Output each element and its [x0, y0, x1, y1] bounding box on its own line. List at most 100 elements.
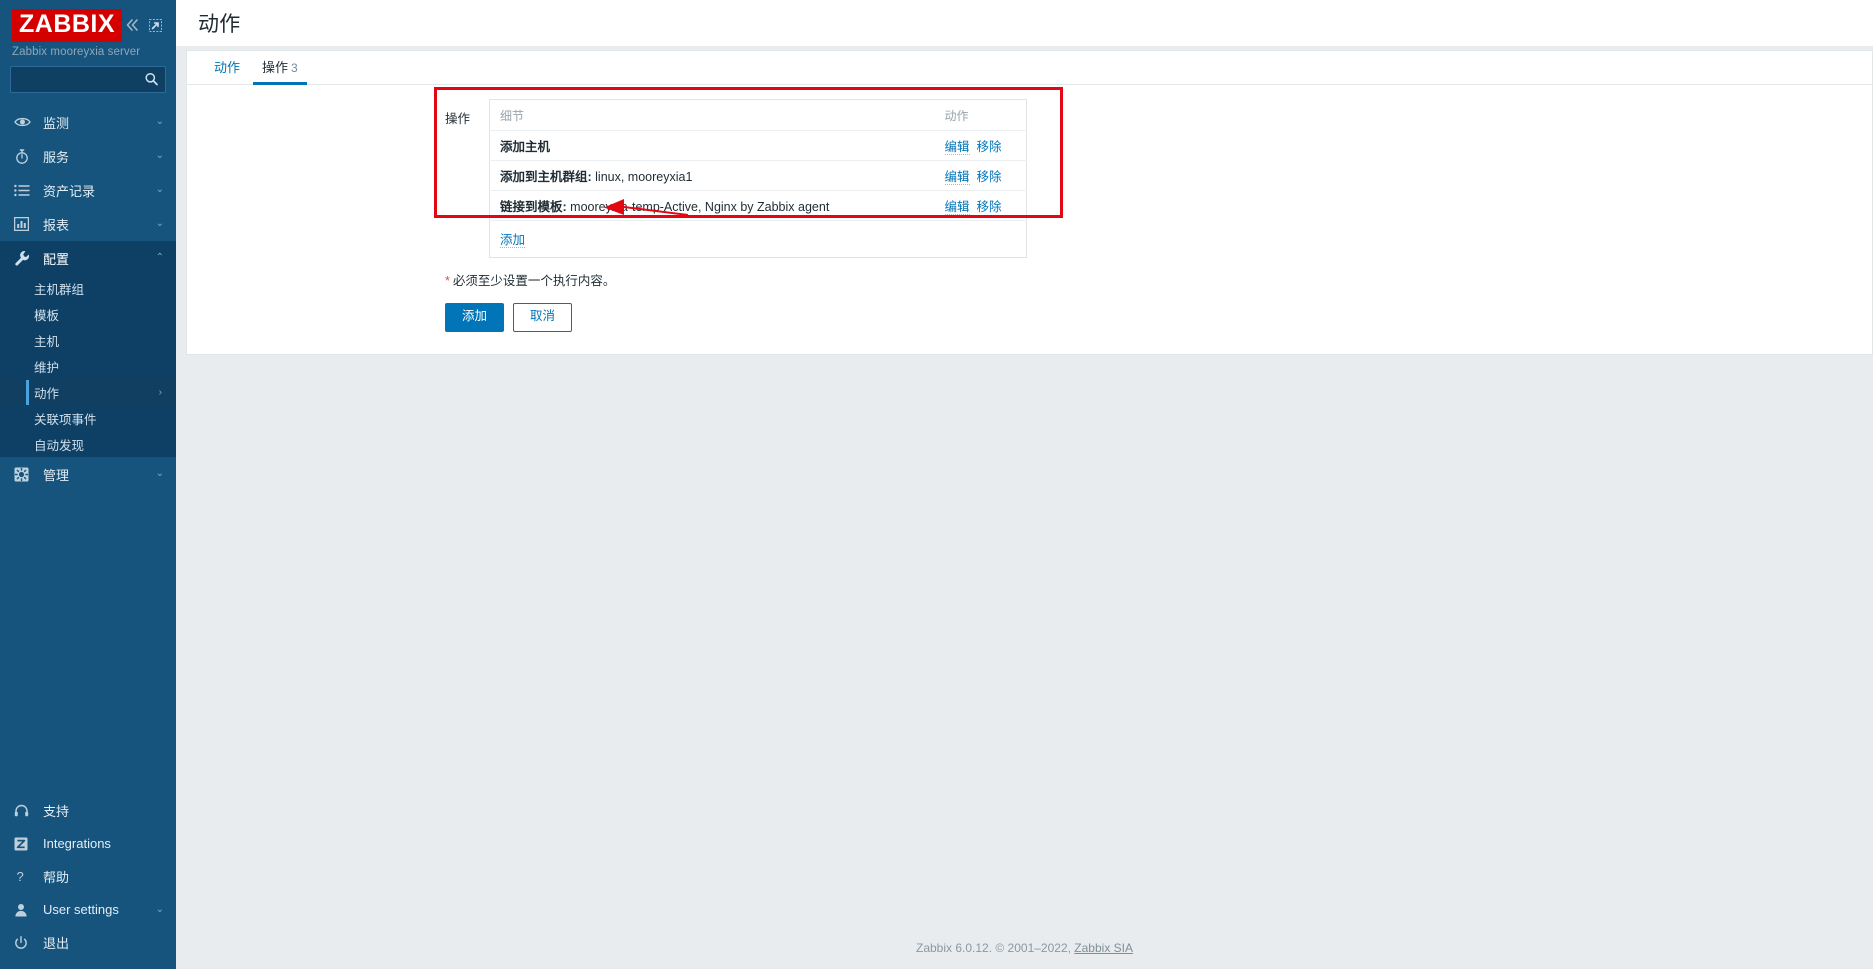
- sidebar-item-label: 监测: [43, 115, 70, 131]
- tab-count: 3: [291, 61, 298, 75]
- sidebar-item-label: 帮助: [43, 870, 70, 885]
- sidebar-item-reports[interactable]: 报表 ⌄: [0, 207, 176, 241]
- expand-window-icon[interactable]: [149, 18, 162, 32]
- operations-table: 细节 动作 添加主机 编辑 移除 添加到主机群组: linux, mooreyx…: [489, 99, 1027, 258]
- sidebar-search: [0, 66, 176, 105]
- submit-add-button[interactable]: 添加: [445, 303, 505, 332]
- chevron-right-icon: ›: [158, 387, 162, 398]
- tab-action[interactable]: 动作: [205, 57, 249, 84]
- sidebar-item-correlation[interactable]: 关联项事件: [0, 405, 176, 431]
- edit-link[interactable]: 编辑: [944, 200, 970, 215]
- footer: Zabbix 6.0.12. © 2001–2022, Zabbix SIA: [176, 941, 1873, 955]
- operation-details-cell: 添加到主机群组: linux, mooreyxia1: [489, 160, 935, 191]
- required-note: * 必须至少设置一个执行内容。: [187, 258, 1872, 289]
- sidebar-item-user-settings[interactable]: User settings ⌄: [0, 893, 176, 926]
- operation-name: 添加到主机群组:: [500, 170, 592, 184]
- sidebar-item-inventory[interactable]: 资产记录 ⌄: [0, 173, 176, 207]
- eye-icon: [14, 116, 36, 128]
- cancel-button[interactable]: 取消: [513, 303, 573, 332]
- operation-actions-cell: 编辑 移除: [934, 190, 1027, 221]
- page-title: 动作: [198, 13, 241, 36]
- zabbix-z-icon: [14, 837, 36, 851]
- search-icon[interactable]: [145, 72, 158, 87]
- column-header-details: 细节: [489, 99, 935, 131]
- sidebar-logo-controls: [125, 18, 164, 32]
- sidebar-subitem-label: 模板: [34, 309, 60, 323]
- add-operation-action-cell: [935, 221, 1027, 258]
- sidebar-item-label: 服务: [43, 149, 70, 165]
- chevron-down-icon: ⌄: [155, 218, 164, 229]
- sidebar-subnav-configuration: 主机群组 模板 主机 维护 动作 › 关联项事件 自动发现: [0, 275, 176, 457]
- sidebar-bottom-nav: 支持 Integrations ? 帮助 User settings ⌄ 退出: [0, 794, 176, 969]
- table-add-row: 添加: [490, 221, 1027, 258]
- sidebar-item-templates[interactable]: 模板: [0, 301, 176, 327]
- operations-row: 操作 细节 动作 添加主机 编辑 移除 添加到主机群组: linux, moor…: [187, 99, 1872, 258]
- sidebar-item-signout[interactable]: 退出: [0, 926, 176, 959]
- operations-row-label: 操作: [445, 112, 471, 126]
- chevrons-left-icon[interactable]: [125, 19, 140, 31]
- tab-label: 操作: [262, 60, 289, 75]
- wrench-icon: [14, 250, 36, 266]
- sidebar-item-help[interactable]: ? 帮助: [0, 860, 176, 893]
- sidebar-item-label: 支持: [43, 804, 70, 819]
- page-header: 动作: [176, 0, 1873, 46]
- operation-value: linux, mooreyxia1: [595, 170, 693, 184]
- sidebar-item-discovery[interactable]: 自动发现: [0, 431, 176, 457]
- sidebar-item-monitoring[interactable]: 监测 ⌄: [0, 105, 176, 139]
- required-star: *: [445, 274, 450, 288]
- sidebar-item-administration[interactable]: 管理 ⌄: [0, 457, 176, 491]
- chevron-down-icon: ⌄: [155, 184, 164, 195]
- chevron-down-icon: ⌄: [155, 468, 164, 479]
- sidebar-subitem-label: 自动发现: [34, 439, 85, 453]
- headset-icon: [14, 804, 36, 818]
- edit-link[interactable]: 编辑: [944, 170, 970, 185]
- sidebar-subitem-label: 主机: [34, 335, 60, 349]
- table-row: 链接到模板: mooreyxia-temp-Active, Nginx by Z…: [489, 190, 1027, 221]
- table-row: 添加到主机群组: linux, mooreyxia1 编辑 移除: [489, 160, 1027, 191]
- sidebar-item-label: 配置: [43, 251, 70, 267]
- tab-label: 动作: [214, 60, 241, 75]
- chevron-down-icon: ⌄: [155, 116, 164, 127]
- stopwatch-icon: [14, 148, 36, 164]
- operation-actions-cell: 编辑 移除: [934, 160, 1027, 191]
- gear-icon: [14, 467, 36, 482]
- list-icon: [14, 184, 36, 197]
- tab-operations[interactable]: 操作 3: [253, 57, 307, 85]
- sidebar-subitem-label: 关联项事件: [34, 413, 97, 427]
- footer-link[interactable]: Zabbix SIA: [1074, 941, 1133, 955]
- search-input[interactable]: [11, 72, 165, 87]
- remove-link[interactable]: 移除: [977, 170, 1002, 185]
- user-icon: [14, 903, 36, 917]
- tab-bar: 动作 操作 3: [187, 51, 1872, 85]
- sidebar-item-services[interactable]: 服务 ⌄: [0, 139, 176, 173]
- sidebar-item-integrations[interactable]: Integrations: [0, 827, 176, 860]
- sidebar-item-support[interactable]: 支持: [0, 794, 176, 827]
- sidebar-item-label: User settings: [43, 902, 119, 917]
- table-header-row: 细节 动作: [489, 99, 1027, 131]
- chevron-down-icon: ⌄: [155, 903, 164, 915]
- search-box[interactable]: [10, 66, 166, 93]
- sidebar-item-actions[interactable]: 动作 ›: [0, 379, 176, 405]
- sidebar-item-host-groups[interactable]: 主机群组: [0, 275, 176, 301]
- remove-link[interactable]: 移除: [977, 200, 1002, 215]
- edit-link[interactable]: 编辑: [944, 140, 970, 155]
- operation-details-cell: 添加主机: [489, 130, 935, 161]
- add-operation-cell: 添加: [490, 221, 935, 258]
- sidebar-item-maintenance[interactable]: 维护: [0, 353, 176, 379]
- svg-text:?: ?: [17, 869, 24, 884]
- chevron-down-icon: ⌄: [155, 150, 164, 161]
- zabbix-logo[interactable]: ZABBIX: [12, 8, 123, 42]
- add-operation-link[interactable]: 添加: [500, 233, 526, 248]
- content-area: 动作 操作 3 操作 细节 动作 添加主机 编辑 移除 添加到主机群组: lin…: [176, 46, 1873, 355]
- chevron-up-icon: ⌃: [155, 252, 164, 263]
- sidebar-item-label: 资产记录: [43, 183, 96, 199]
- remove-link[interactable]: 移除: [977, 140, 1002, 155]
- red-pointer-arrow: [604, 199, 688, 216]
- form-buttons: 添加 取消: [187, 289, 1872, 332]
- sidebar-item-configuration[interactable]: 配置 ⌃: [0, 241, 176, 275]
- sidebar-nav: 监测 ⌄ 服务 ⌄ 资产记录 ⌄ 报表 ⌄ 配置 ⌃: [0, 105, 176, 275]
- column-header-action: 动作: [934, 99, 1027, 131]
- sidebar-item-hosts[interactable]: 主机: [0, 327, 176, 353]
- sidebar-top: ZABBIX Zabbix mooreyxia server 监测 ⌄ 服务 ⌄…: [0, 0, 176, 491]
- sidebar: ZABBIX Zabbix mooreyxia server 监测 ⌄ 服务 ⌄…: [0, 0, 176, 969]
